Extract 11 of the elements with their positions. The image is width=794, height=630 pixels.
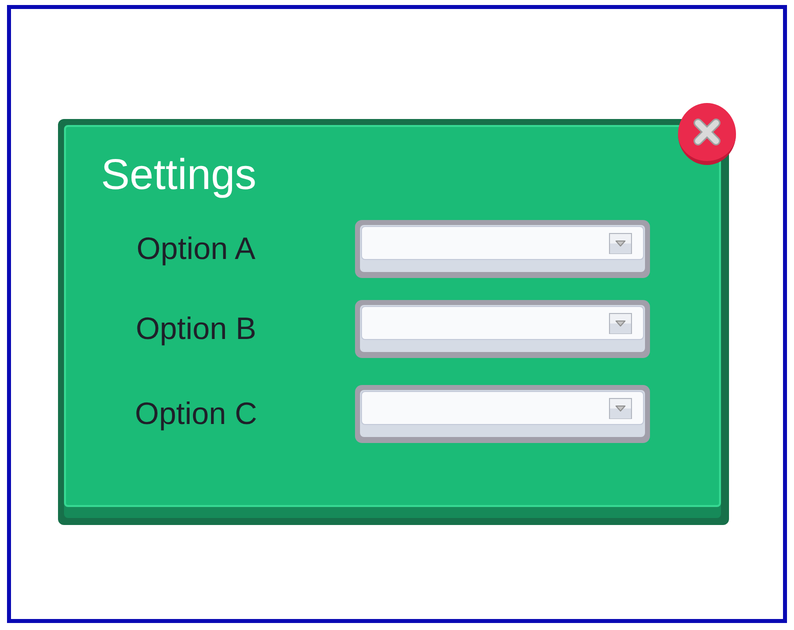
close-icon: [693, 118, 721, 146]
option-label: Option A: [136, 231, 256, 267]
caret-icon: [609, 312, 632, 334]
dropdown-field[interactable]: [355, 385, 650, 443]
dropdown-field[interactable]: [355, 300, 650, 358]
panel-title: Settings: [101, 150, 258, 200]
caret-icon: [609, 232, 632, 254]
option-label: Option C: [134, 396, 258, 432]
option-label: Option B: [134, 311, 258, 347]
dropdown-field[interactable]: [355, 220, 650, 278]
caret-icon: [609, 398, 632, 418]
